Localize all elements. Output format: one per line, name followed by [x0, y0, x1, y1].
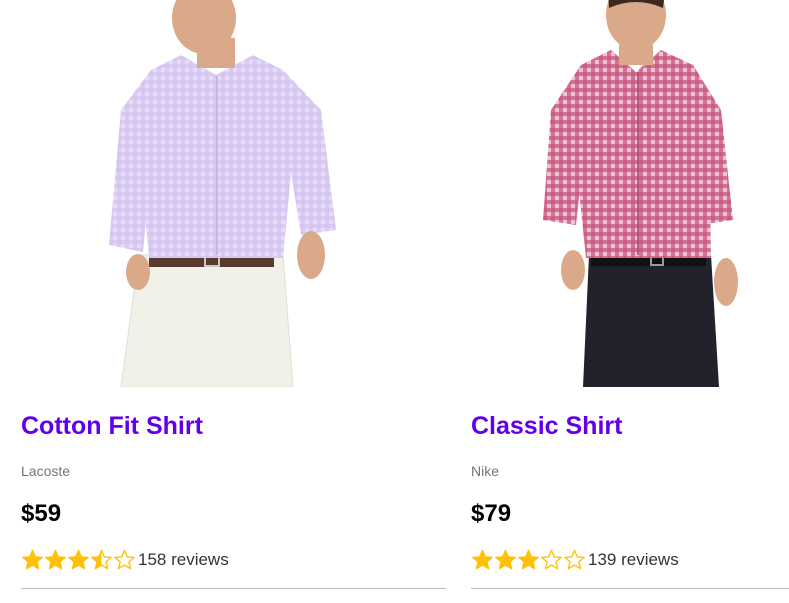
product-photo	[543, 0, 738, 387]
product-card: Cotton Fit Shirt Lacoste $59 158 reviews	[21, 0, 446, 589]
star-rating	[21, 549, 136, 571]
star-filled-icon	[44, 549, 67, 571]
star-filled-icon	[67, 549, 90, 571]
star-filled-icon	[21, 549, 44, 571]
product-image[interactable]	[471, 0, 789, 387]
review-count[interactable]: 158 reviews	[138, 550, 229, 570]
product-rating: 139 reviews	[471, 549, 679, 571]
review-count[interactable]: 139 reviews	[588, 550, 679, 570]
product-title[interactable]: Cotton Fit Shirt	[21, 412, 203, 441]
product-card: Classic Shirt Nike $79 139 reviews	[471, 0, 789, 589]
product-rating: 158 reviews	[21, 549, 229, 571]
star-empty-icon	[540, 549, 563, 571]
star-filled-icon	[471, 549, 494, 571]
divider	[21, 588, 446, 589]
product-image[interactable]	[21, 0, 446, 387]
product-brand: Nike	[471, 463, 500, 479]
star-empty-icon	[563, 549, 586, 571]
product-price: $79	[471, 500, 512, 527]
product-title[interactable]: Classic Shirt	[471, 412, 622, 441]
divider	[471, 588, 789, 589]
product-price: $59	[21, 500, 62, 527]
star-rating	[471, 549, 586, 571]
star-empty-icon	[113, 549, 136, 571]
star-filled-icon	[517, 549, 540, 571]
star-half-icon	[90, 549, 113, 571]
product-brand: Lacoste	[21, 463, 71, 479]
star-filled-icon	[494, 549, 517, 571]
product-photo	[109, 0, 336, 387]
